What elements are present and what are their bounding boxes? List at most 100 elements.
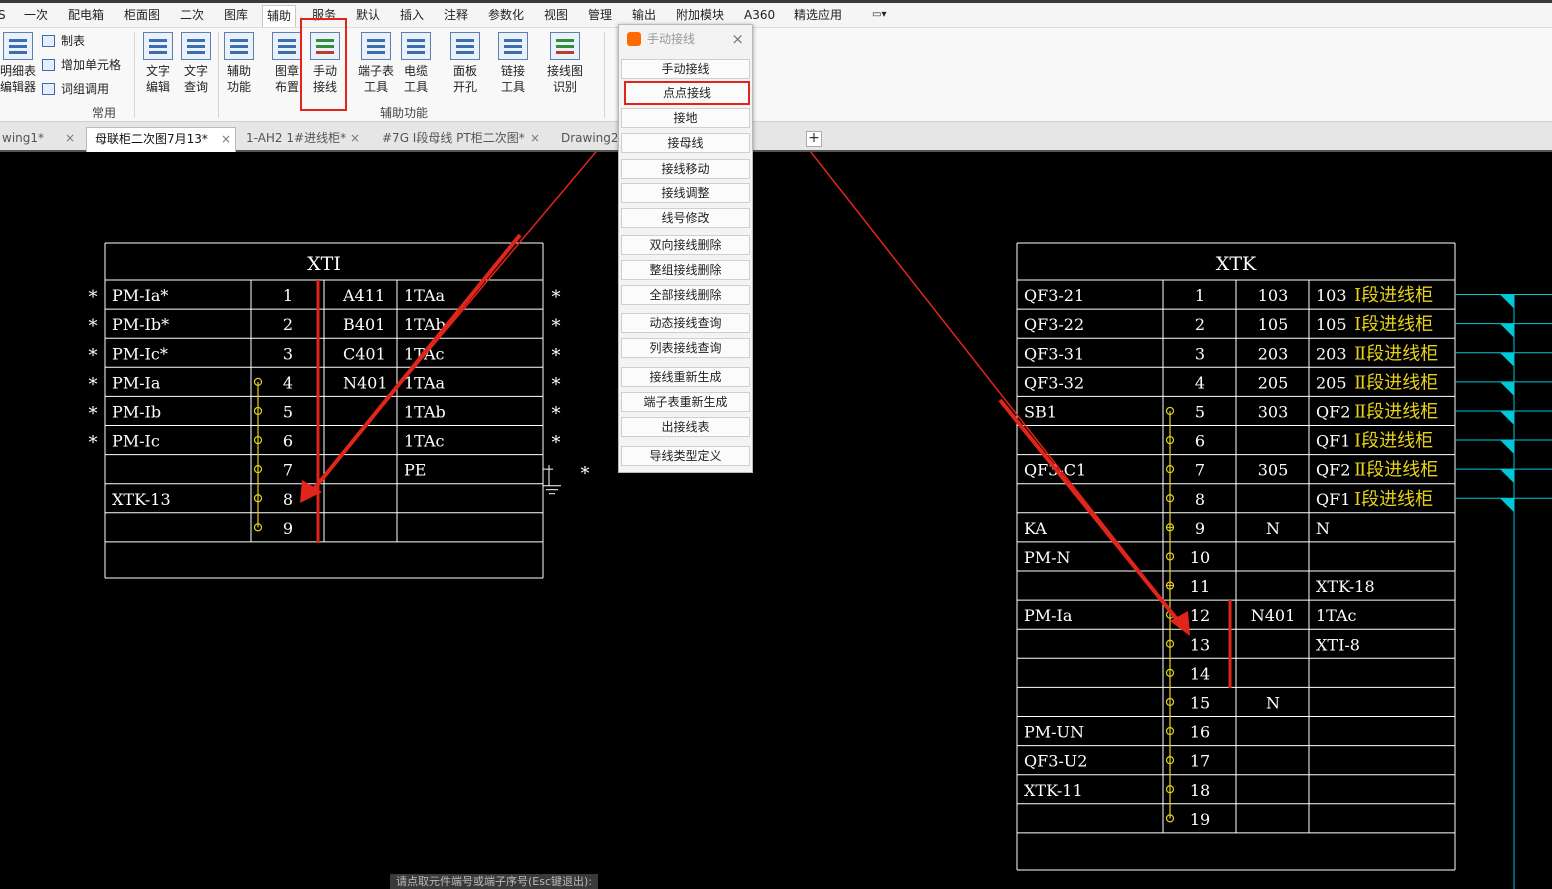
palette-item-4[interactable]: 接线移动 [621, 159, 750, 179]
close-icon[interactable]: × [350, 127, 360, 150]
doc-tab-3[interactable]: 1-AH2 1#进线柜* × [238, 127, 364, 152]
workspace-dropdown-icon[interactable]: ▭▾ [872, 5, 886, 27]
annotation-arrow-shaft [308, 233, 522, 496]
xti-left-star: * [89, 287, 98, 308]
menu-tab-1[interactable]: 一次 [24, 5, 48, 27]
drawing-canvas[interactable]: XTIPM-Ia* 1 A411 1TAa* *PM-Ib* 2 B401 1TAb* *PM-… [0, 152, 1552, 889]
group-label-common: 常用 [92, 106, 117, 120]
menu-tab-4[interactable]: 二次 [180, 5, 204, 27]
menu-tab-10[interactable]: 注释 [444, 5, 468, 27]
palette-item-9[interactable]: 全部接线删除 [621, 285, 750, 305]
palette-item-0[interactable]: 手动接线 [621, 59, 750, 79]
phrase-call-button[interactable]: 词组调用 [42, 80, 109, 98]
xtk-wire-number: 103 [1258, 286, 1289, 305]
aux-function-button[interactable]: 辅助 功能 [220, 32, 258, 95]
xti-left-star: * [89, 404, 98, 425]
text-edit-button[interactable]: 文字 编辑 [139, 32, 177, 95]
wiring-recognition-button[interactable]: 接线图 识别 [546, 32, 584, 95]
palette-item-11[interactable]: 列表接线查询 [621, 338, 750, 358]
xtk-terminal-number: 7 [1195, 461, 1205, 480]
make-table-label: 制表 [61, 34, 86, 48]
cyan-arrow-icon [1500, 469, 1514, 484]
link-tool-button[interactable]: 链接 工具 [494, 32, 532, 95]
palette-item-5[interactable]: 接线调整 [621, 183, 750, 203]
xtk-cabinet-note: Ⅱ段进线柜 [1354, 372, 1438, 393]
palette-item-15[interactable]: 导线类型定义 [621, 446, 750, 466]
xti-terminal-number: 2 [283, 315, 293, 334]
palette-item-10[interactable]: 动态接线查询 [621, 313, 750, 333]
menu-tab-12[interactable]: 视图 [544, 5, 568, 27]
xti-device-label: 1TAc [404, 432, 445, 451]
xti-terminal-number: 8 [283, 490, 293, 509]
palette-title: 手动接线 [647, 32, 696, 46]
close-icon[interactable]: × [731, 25, 744, 53]
xtk-row-label: QF3-22 [1024, 315, 1084, 334]
xtk-device-label: XTI-8 [1316, 635, 1360, 654]
xtk-cabinet-note: Ⅰ段进线柜 [1354, 285, 1433, 306]
palette-item-14[interactable]: 出接线表 [621, 417, 750, 437]
new-tab-plus-icon[interactable]: + [806, 131, 822, 147]
cable-tool-button[interactable]: 电缆 工具 [397, 32, 435, 95]
menu-tab-2[interactable]: 配电箱 [68, 5, 104, 27]
stamp-layout-icon [272, 32, 302, 60]
palette-item-8[interactable]: 整组接线删除 [621, 260, 750, 280]
add-cell-icon [42, 59, 55, 71]
palette-item-2[interactable]: 接地 [621, 108, 750, 128]
xtk-device-label: 103 [1316, 286, 1347, 305]
menu-tab-13[interactable]: 管理 [588, 5, 612, 27]
menu-tab-6[interactable]: 辅助 [262, 5, 297, 27]
link-tool-icon [498, 32, 528, 60]
palette-item-7[interactable]: 双向接线删除 [621, 235, 750, 255]
close-icon[interactable]: × [65, 127, 75, 150]
palette-item-1[interactable]: 点点接线 [624, 81, 750, 105]
close-icon[interactable]: × [221, 128, 231, 151]
detail-editor-label: 明细表 编辑器 [0, 64, 37, 94]
panel-punch-button[interactable]: 面板 开孔 [446, 32, 484, 95]
xti-row-label: PM-Ib* [112, 315, 169, 334]
xtk-terminal-number: 9 [1195, 519, 1205, 538]
palette-item-6[interactable]: 线号修改 [621, 208, 750, 228]
palette-item-12[interactable]: 接线重新生成 [621, 367, 750, 387]
xti-right-star: * [552, 287, 561, 308]
palette-item-3[interactable]: 接母线 [621, 133, 750, 153]
cyan-arrow-icon [1500, 381, 1514, 396]
menu-tab-9[interactable]: 插入 [400, 5, 424, 27]
xti-device-label: 1TAb [404, 403, 446, 422]
xti-terminal-number: 3 [283, 344, 293, 363]
make-table-button[interactable]: 制表 [42, 32, 85, 50]
xti-terminal-number: 9 [283, 519, 293, 538]
menu-tab-5[interactable]: 图库 [224, 5, 248, 27]
xti-terminal-number: 5 [283, 403, 293, 422]
detail-table-editor-button[interactable]: 明细表 编辑器 [0, 32, 36, 95]
doc-tab-5[interactable]: Drawing2* [553, 127, 617, 152]
xti-right-star: * [552, 404, 561, 425]
doc-tab-1[interactable]: wing1* × [0, 127, 79, 152]
menu-tab-3[interactable]: 柜面图 [124, 5, 160, 27]
terminal-table-tool-button[interactable]: 端子表 工具 [357, 32, 395, 95]
wiring-recognition-icon [550, 32, 580, 60]
xtk-terminal-number: 18 [1190, 781, 1210, 800]
xtk-terminal-number: 10 [1190, 548, 1210, 567]
add-cell-button[interactable]: 增加单元格 [42, 56, 121, 74]
palette-item-13[interactable]: 端子表重新生成 [621, 392, 750, 412]
xtk-wire-number: 205 [1258, 373, 1289, 392]
menu-tab-0[interactable]: S [0, 5, 6, 27]
xtk-device-label: QF2 [1316, 403, 1350, 422]
menu-tab-11[interactable]: 参数化 [488, 5, 524, 27]
xtk-terminal-number: 16 [1190, 723, 1210, 742]
menu-tab-17[interactable]: 精选应用 [794, 5, 842, 27]
xti-right-star: * [552, 374, 561, 395]
xtk-row-label: QF3-21 [1024, 286, 1084, 305]
xtk-device-label: 205 [1316, 373, 1347, 392]
aux-function-icon [224, 32, 254, 60]
xtk-device-label: QF1 [1316, 432, 1350, 451]
doc-tab-2[interactable]: 母联柜二次图7月13* × [86, 127, 236, 152]
menu-tab-8[interactable]: 默认 [356, 5, 380, 27]
close-icon[interactable]: × [530, 127, 540, 150]
doc-tab-4[interactable]: #7G I段母线 PT柜二次图* × [374, 127, 544, 152]
wiring-recognition-label: 接线图 识别 [546, 64, 583, 94]
text-query-button[interactable]: 文字 查询 [177, 32, 215, 95]
palette-header: 手动接线 × [619, 25, 752, 53]
xtk-terminal-number: 4 [1195, 373, 1205, 392]
xtk-wire-number: 303 [1258, 403, 1289, 422]
